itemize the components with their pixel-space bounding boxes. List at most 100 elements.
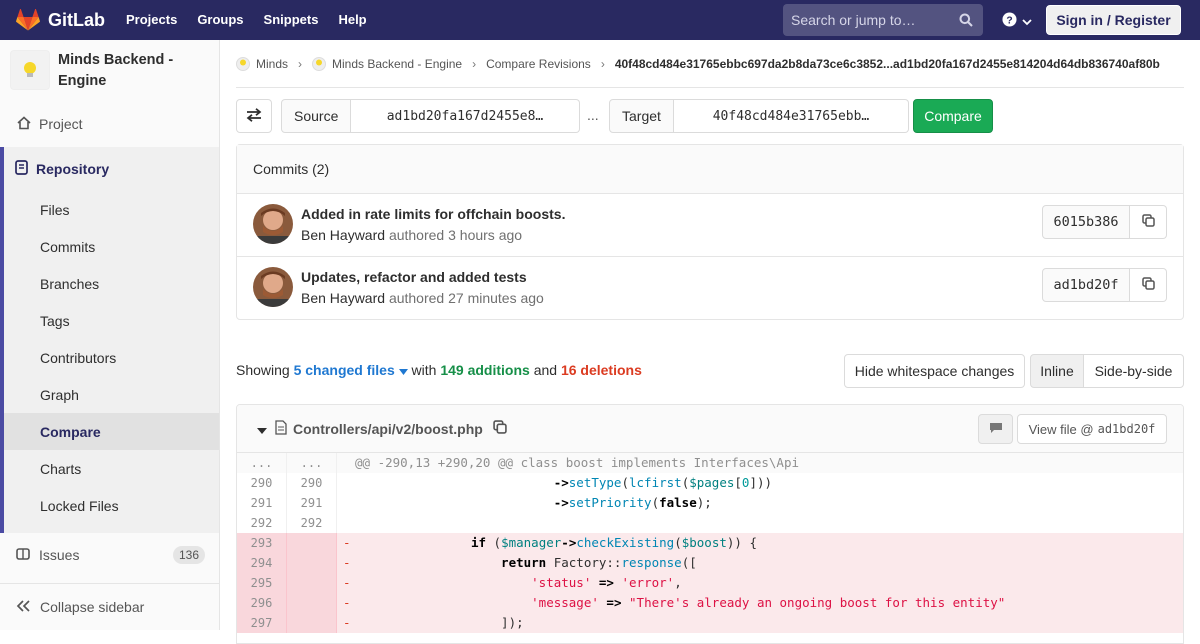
- commit-author[interactable]: Ben Hayward: [301, 290, 385, 306]
- old-line-number[interactable]: 296: [237, 593, 287, 613]
- chevron-right-icon: ›: [600, 56, 605, 71]
- view-file-sha: ad1bd20f: [1097, 422, 1156, 436]
- source-ref-dropdown[interactable]: ad1bd20fa167d2455e8…: [351, 99, 580, 133]
- new-line-number[interactable]: 291: [287, 493, 337, 513]
- search-icon[interactable]: [959, 13, 973, 30]
- sidebar-item-label: Locked Files: [40, 497, 119, 514]
- line-code: - ]);: [343, 615, 524, 630]
- swap-revisions-button[interactable]: [236, 99, 272, 133]
- sidebar-item-label: Repository: [36, 161, 110, 177]
- old-line-number[interactable]: 290: [237, 473, 287, 493]
- line-code: @@ -290,13 +290,20 @@ class boost implem…: [355, 455, 800, 470]
- commit-meta: Ben Hayward authored 27 minutes ago: [301, 290, 544, 306]
- commit-verb: authored: [388, 227, 445, 243]
- search-box[interactable]: [783, 4, 983, 36]
- collapse-sidebar-button[interactable]: Collapse sidebar: [0, 583, 219, 630]
- breadcrumb-group-label: Minds: [256, 56, 289, 71]
- sidebar-item-compare[interactable]: Compare: [4, 413, 219, 450]
- sidebar-item-label: Commits: [40, 238, 96, 255]
- home-icon: [17, 115, 31, 133]
- nav-groups[interactable]: Groups: [197, 0, 243, 40]
- nav-help[interactable]: Help: [338, 0, 366, 40]
- diff-line-removed: 293 - if ($manager->checkExisting($boost…: [237, 533, 1183, 553]
- gitlab-home-link[interactable]: GitLab: [16, 9, 105, 31]
- breadcrumb: Minds › Minds Backend - Engine › Compare…: [236, 40, 1184, 88]
- compare-button[interactable]: Compare: [913, 99, 993, 133]
- side-by-side-view-button[interactable]: Side-by-side: [1083, 354, 1184, 388]
- breadcrumb-current[interactable]: 40f48cd484e31765ebbc697da2b8da73ce6c3852…: [615, 57, 1160, 71]
- changed-files-dropdown[interactable]: 5 changed files: [294, 362, 408, 378]
- deletions-count: 16 deletions: [560, 362, 642, 378]
- inline-view-button[interactable]: Inline: [1030, 354, 1084, 388]
- copy-icon: [1141, 214, 1155, 230]
- diff-stats-text: Showing: [236, 362, 290, 378]
- search-input[interactable]: [783, 12, 953, 28]
- sidebar-item-locked-files[interactable]: Locked Files: [4, 487, 219, 524]
- new-line-number[interactable]: 292: [287, 513, 337, 533]
- commit-sha[interactable]: ad1bd20f: [1042, 268, 1130, 302]
- old-line-number[interactable]: 292: [237, 513, 287, 533]
- breadcrumb-project[interactable]: Minds Backend - Engine ›: [312, 56, 486, 71]
- commit-sha[interactable]: 6015b386: [1042, 205, 1130, 239]
- breadcrumb-group[interactable]: Minds ›: [236, 56, 312, 71]
- diff-line-removed: 297 - ]);: [237, 613, 1183, 633]
- line-code: - if ($manager->checkExisting($boost)) {: [343, 535, 757, 550]
- commit-title[interactable]: Added in rate limits for offchain boosts…: [301, 206, 565, 222]
- top-nav-links: Projects Groups Snippets Help: [126, 0, 387, 40]
- project-name: Minds Backend - Engine: [58, 52, 174, 89]
- view-file-button[interactable]: View file @ ad1bd20f: [1017, 414, 1167, 444]
- target-ref-dropdown[interactable]: 40f48cd484e31765ebb…: [674, 99, 909, 133]
- new-line-number: [287, 613, 337, 633]
- old-line-number[interactable]: 297: [237, 613, 287, 633]
- sidebar-item-repository[interactable]: Repository: [4, 147, 223, 191]
- sidebar-item-tags[interactable]: Tags: [4, 302, 219, 339]
- sidebar-item-project[interactable]: Project: [0, 106, 219, 142]
- file-icon: [275, 419, 287, 438]
- commit-author[interactable]: Ben Hayward: [301, 227, 385, 243]
- sign-in-button[interactable]: Sign in / Register: [1046, 5, 1181, 35]
- diff-line-removed: 296 - 'message' => "There's already an o…: [237, 593, 1183, 613]
- nav-projects[interactable]: Projects: [126, 0, 177, 40]
- sidebar-item-label: Branches: [40, 275, 100, 292]
- diff-line-removed: 295 - 'status' => 'error',: [237, 573, 1183, 593]
- copy-path-icon[interactable]: [493, 420, 507, 437]
- changed-files-count: 5 changed files: [293, 362, 395, 378]
- author-avatar[interactable]: [253, 204, 293, 244]
- collapse-sidebar-label: Collapse sidebar: [40, 599, 145, 615]
- old-line-number[interactable]: 295: [237, 573, 287, 593]
- sidebar-item-charts[interactable]: Charts: [4, 450, 219, 487]
- old-line-number[interactable]: 291: [237, 493, 287, 513]
- file-diff: Controllers/api/v2/boost.php View file @…: [236, 404, 1184, 644]
- help-dropdown[interactable]: ?: [1002, 12, 1032, 30]
- hide-whitespace-button[interactable]: Hide whitespace changes: [844, 354, 1025, 388]
- target-label: Target: [609, 99, 674, 133]
- old-line-number[interactable]: 293: [237, 533, 287, 553]
- new-line-number[interactable]: 290: [287, 473, 337, 493]
- sidebar-item-commits[interactable]: Commits: [4, 228, 219, 265]
- sidebar-item-issues[interactable]: Issues 136: [0, 536, 219, 574]
- breadcrumb-section-label: Compare Revisions: [486, 56, 591, 71]
- sidebar-item-files[interactable]: Files: [4, 191, 219, 228]
- line-code: ->setPriority(false);: [553, 495, 712, 510]
- sidebar-item-contributors[interactable]: Contributors: [4, 339, 219, 376]
- sidebar-item-label: Project: [39, 116, 83, 132]
- sidebar-item-branches[interactable]: Branches: [4, 265, 219, 302]
- diff-stats-summary: Showing 5 changed files with 149 additio…: [236, 362, 642, 378]
- file-path[interactable]: Controllers/api/v2/boost.php: [293, 421, 483, 437]
- new-line-number: ...: [287, 453, 337, 473]
- project-avatar: [10, 50, 50, 90]
- breadcrumb-section[interactable]: Compare Revisions ›: [486, 57, 615, 71]
- nav-snippets[interactable]: Snippets: [264, 0, 319, 40]
- caret-down-icon: [398, 362, 408, 378]
- old-line-number[interactable]: 294: [237, 553, 287, 573]
- toggle-comments-button[interactable]: [978, 414, 1013, 444]
- collapse-caret-icon[interactable]: [257, 421, 267, 437]
- author-avatar[interactable]: [253, 267, 293, 307]
- commits-header: Commits (2): [237, 145, 1183, 194]
- commit-title[interactable]: Updates, refactor and added tests: [301, 269, 527, 285]
- copy-sha-button[interactable]: [1130, 268, 1167, 302]
- sidebar-project-header[interactable]: Minds Backend - Engine: [10, 50, 198, 92]
- sidebar-item-graph[interactable]: Graph: [4, 376, 219, 413]
- copy-sha-button[interactable]: [1130, 205, 1167, 239]
- commit-row: Updates, refactor and added tests Ben Ha…: [237, 257, 1183, 320]
